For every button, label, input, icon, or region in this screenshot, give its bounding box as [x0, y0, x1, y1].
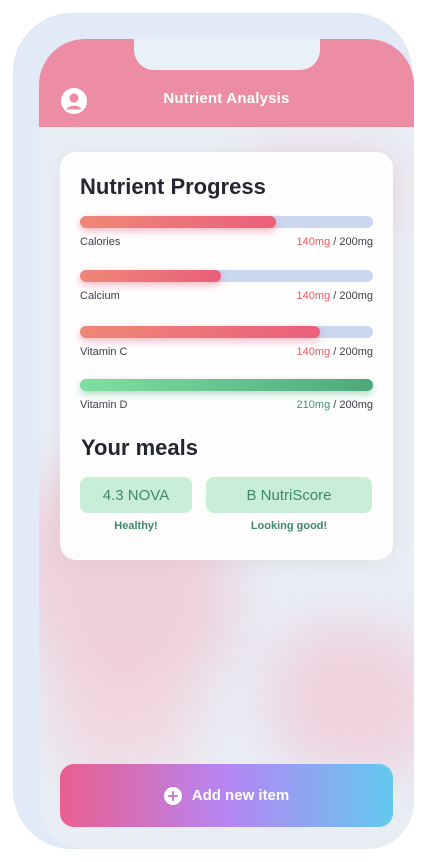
nutrient-target: / 200mg	[333, 236, 373, 248]
nutriscore-badge[interactable]: B NutriScore	[206, 477, 372, 513]
nutrient-label: Vitamin C	[80, 346, 128, 358]
progress-track	[80, 326, 373, 338]
plus-circle-icon	[163, 786, 182, 805]
add-new-item-label: Add new item	[191, 787, 290, 804]
progress-track	[80, 270, 373, 282]
nova-score-badge[interactable]: 4.3 NOVA	[80, 477, 192, 513]
progress-track	[80, 379, 373, 391]
nutrient-value: 210mg / 200mg	[297, 399, 373, 411]
progress-fill	[80, 216, 277, 228]
page-title: Nutrient Analysis	[163, 90, 290, 107]
nutrient-current: 140mg	[296, 346, 331, 358]
nutrient-target: / 200mg	[333, 290, 373, 302]
device-notch	[134, 39, 320, 70]
nutrient-value: 140mg / 200mg	[297, 290, 373, 302]
nutrient-label: Calcium	[80, 290, 120, 302]
nutrient-current: 210mg	[296, 399, 331, 411]
progress-fill	[80, 270, 221, 282]
progress-track	[80, 216, 373, 228]
progress-fill	[80, 379, 373, 391]
progress-fill	[80, 326, 321, 338]
background-blob	[49, 659, 199, 779]
nutrient-current: 140mg	[296, 290, 331, 302]
nutrient-label: Vitamin D	[80, 399, 128, 411]
nutrient-progress-title: Nutrient Progress	[80, 174, 266, 199]
nutrient-label: Calories	[80, 236, 121, 248]
app-screen: Nutrient Analysis Nutrient Progress Calo…	[39, 39, 414, 849]
background-blob	[255, 607, 414, 791]
nutrient-target: / 200mg	[333, 346, 373, 358]
nutrient-current: 140mg	[296, 236, 331, 248]
nutrient-value: 140mg / 200mg	[297, 346, 373, 358]
nutriscore-subtitle: Looking good!	[250, 520, 328, 532]
nutrient-target: / 200mg	[333, 399, 373, 411]
nova-score-subtitle: Healthy!	[114, 520, 158, 532]
meals-title: Your meals	[81, 435, 198, 460]
nutrient-value: 140mg / 200mg	[297, 236, 373, 248]
phone-frame: Nutrient Analysis Nutrient Progress Calo…	[14, 14, 414, 849]
add-new-item-button[interactable]: Add new item	[60, 764, 393, 827]
nutrient-progress-card: Nutrient Progress Calories 140mg / 200mg…	[60, 152, 393, 560]
app-header: Nutrient Analysis	[39, 39, 414, 127]
